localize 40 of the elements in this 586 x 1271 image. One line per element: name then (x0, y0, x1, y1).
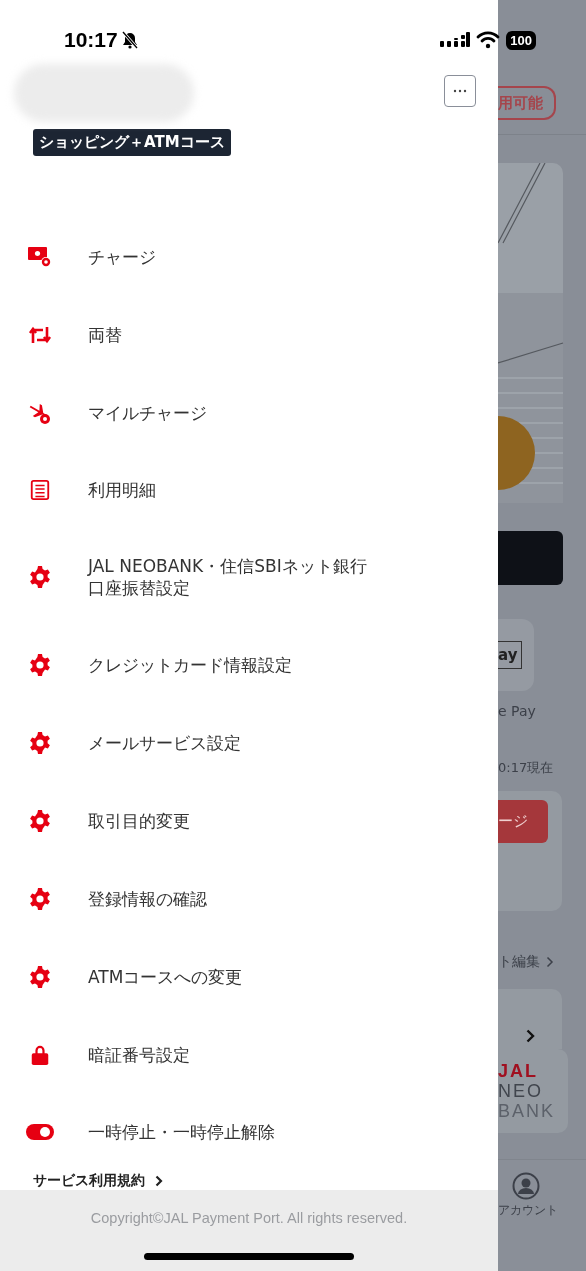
menu-item[interactable]: 登録情報の確認 (88, 887, 207, 910)
as-of-time: 0:17現在 (498, 759, 555, 777)
more-button[interactable] (444, 75, 476, 107)
plan-badge: ショッピング＋ATMコース (33, 128, 231, 156)
menu-item[interactable]: JAL NEOBANK・住信SBIネット銀行口座振替設定 (88, 554, 374, 599)
menu-item[interactable]: 暗証番号設定 (88, 1043, 190, 1066)
account-icon[interactable] (512, 1172, 540, 1200)
menu-item[interactable]: 取引目的変更 (88, 809, 190, 832)
chevron-right-icon (546, 956, 554, 968)
muted-bell-icon (120, 31, 139, 49)
menu-item[interactable]: メールサービス設定 (88, 731, 241, 754)
menu-item[interactable]: 一時停止・一時停止解除 (88, 1120, 275, 1143)
menu-item[interactable]: ATMコースへの変更 (88, 965, 243, 988)
wifi-icon (476, 31, 501, 49)
toggle-icon (26, 1123, 54, 1140)
bank-logo: JAL NEO BANK (498, 1049, 568, 1133)
chevron-right-icon (526, 1029, 535, 1043)
banknote-icon (27, 244, 53, 269)
menu-item[interactable]: マイルチャージ (88, 401, 207, 424)
pay-label: e Pay (498, 703, 537, 719)
copyright-text: Copyright©JAL Payment Port. All rights reserved. (90, 1209, 408, 1226)
status-time: 10:17 (64, 28, 118, 52)
signal-icon (440, 31, 471, 49)
charge-button[interactable]: ージ (498, 800, 548, 843)
settings-icon (28, 564, 52, 589)
chevron-right-icon (155, 1174, 163, 1187)
menu-item[interactable]: 両替 (88, 323, 122, 346)
menu-item[interactable]: 利用明細 (88, 478, 156, 501)
settings-icon (28, 730, 52, 755)
settings-icon (28, 808, 52, 833)
status-badge: 用可能 (498, 86, 556, 120)
settings-icon (28, 652, 52, 677)
settings-icon (28, 886, 52, 911)
list-icon (29, 478, 51, 501)
menu-item[interactable]: クレジットカード情報設定 (88, 653, 292, 676)
settings-icon (28, 964, 52, 989)
more-icon (453, 89, 467, 93)
menu-item[interactable]: チャージ (88, 245, 156, 268)
terms-link[interactable]: サービス利用規約 (33, 1171, 145, 1190)
pay-tile[interactable]: ay (498, 641, 523, 669)
